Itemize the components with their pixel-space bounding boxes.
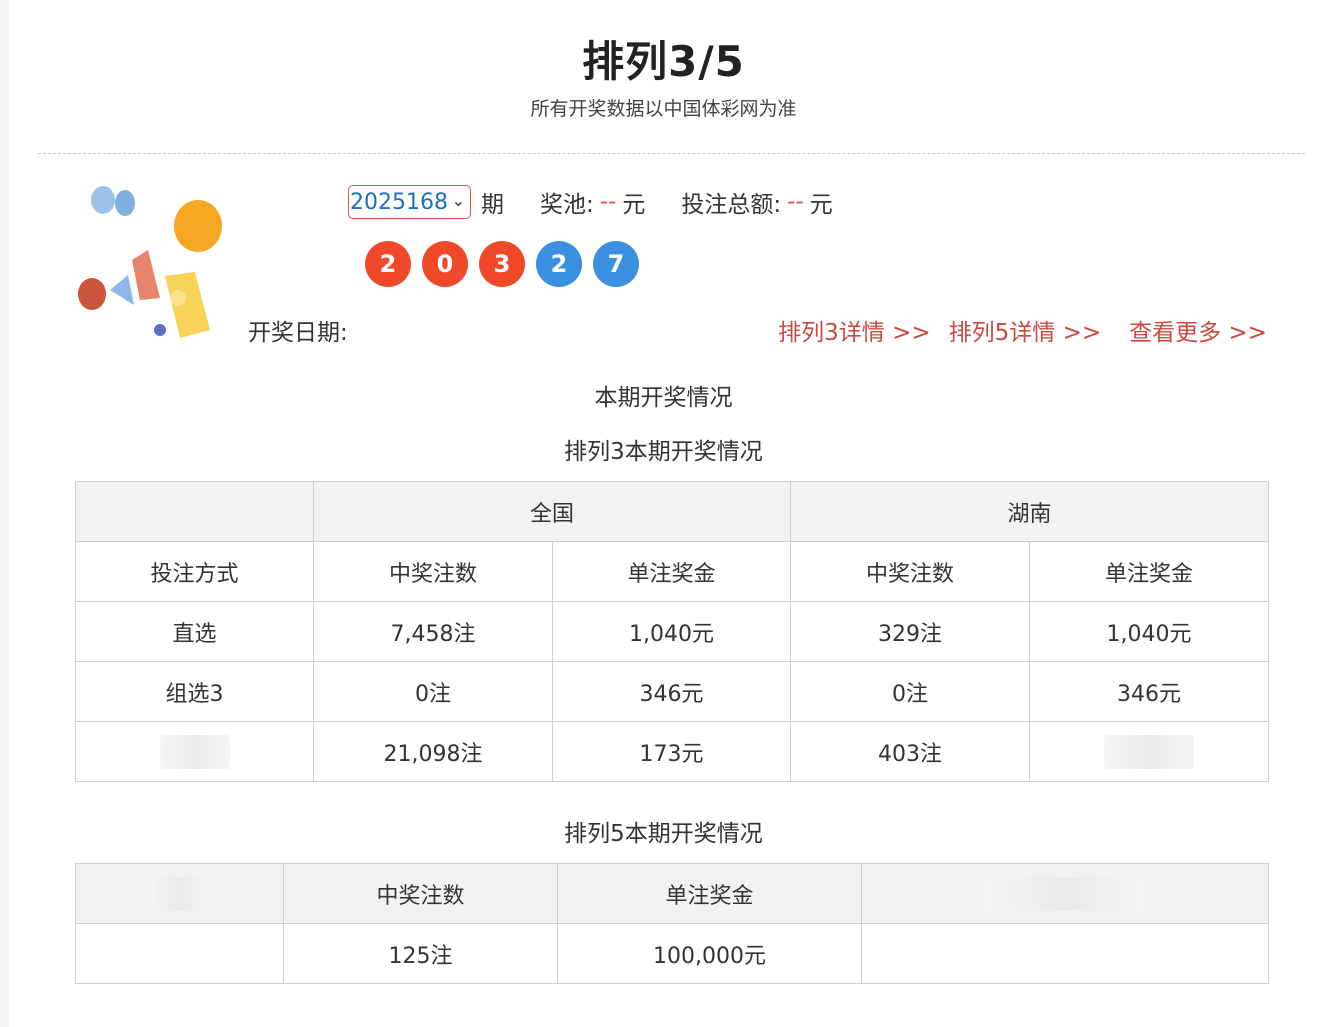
table-cell: 7,458注 — [313, 601, 553, 662]
table-row: 125注 100,000元 — [75, 923, 1269, 984]
table-cell-obscured — [861, 923, 1269, 984]
header-divider — [38, 153, 1305, 154]
obscured-text — [1104, 734, 1194, 769]
issue-suffix: 期 — [480, 192, 504, 218]
winning-numbers: 2 0 3 2 7 — [365, 241, 650, 287]
p5-section-heading: 排列5本期开奖情况 — [564, 821, 763, 847]
table-cell: 21,098注 — [313, 721, 553, 782]
table-cell: 346元 — [552, 661, 791, 722]
column-header: 中奖注数 — [313, 541, 553, 602]
lottery-illustration — [78, 186, 222, 338]
number-ball: 3 — [479, 241, 525, 287]
view-more-link[interactable]: 查看更多 >> — [1129, 313, 1267, 347]
number-ball: 0 — [422, 241, 468, 287]
table-cell: 403注 — [790, 721, 1030, 782]
pool-unit: 元 — [622, 192, 646, 218]
table-cell: 1,040元 — [552, 601, 791, 662]
draw-info-row: 2025168 ⌄ 期 奖池: -- 元 投注总额: -- 元 — [250, 182, 833, 222]
current-draw-heading: 本期开奖情况 — [594, 385, 733, 411]
table-row: 直选 7,458注 1,040元 329注 1,040元 — [75, 601, 1269, 662]
p3-section-heading: 排列3本期开奖情况 — [564, 439, 763, 465]
page-subtitle: 所有开奖数据以中国体彩网为准 — [530, 98, 797, 120]
table-row: 组选3 0注 346元 0注 346元 — [75, 661, 1269, 722]
column-header: 投注方式 — [75, 541, 314, 602]
table-cell: 100,000元 — [557, 923, 862, 984]
p3-detail-link[interactable]: 排列3详情 >> — [778, 313, 931, 347]
p5-detail-link[interactable]: 排列5详情 >> — [949, 313, 1102, 347]
pool-label: 奖池: — [539, 192, 594, 218]
table-cell: 125注 — [283, 923, 558, 984]
total-value: -- — [787, 189, 804, 215]
table-column-row: 投注方式 中奖注数 单注奖金 中奖注数 单注奖金 — [75, 541, 1269, 602]
table-cell: 0注 — [313, 661, 553, 722]
number-ball: 2 — [536, 241, 582, 287]
pool-value: -- — [599, 189, 617, 215]
issue-select[interactable]: 2025168 ⌄ — [348, 185, 471, 219]
obscured-text — [144, 876, 215, 911]
column-header-obscured — [75, 863, 284, 924]
table-cell-obscured — [75, 721, 314, 782]
page-left-strip — [0, 0, 9, 1027]
table-cell-obscured — [1029, 721, 1269, 782]
column-header: 中奖注数 — [790, 541, 1030, 602]
issue-select-value: 2025168 — [350, 189, 448, 215]
table-header-row: 中奖注数 单注奖金 — [75, 863, 1269, 924]
number-ball: 2 — [365, 241, 411, 287]
table-cell: 173元 — [552, 721, 791, 782]
table-cell: 1,040元 — [1029, 601, 1269, 662]
table-header-row: 全国 湖南 — [75, 481, 1269, 542]
group-header-hunan: 湖南 — [790, 481, 1269, 542]
column-header: 单注奖金 — [1029, 541, 1269, 602]
page-header: 排列3/5 所有开奖数据以中国体彩网为准 — [0, 34, 1327, 121]
detail-links: 排列3详情 >> 排列5详情 >> 查看更多 >> — [760, 313, 1267, 347]
table-header-cell — [75, 481, 314, 542]
obscured-text — [159, 734, 230, 769]
column-header-obscured — [861, 863, 1269, 924]
table-cell: 组选3 — [75, 661, 314, 722]
total-label: 投注总额: — [681, 192, 782, 218]
p5-prize-table: 中奖注数 单注奖金 125注 100,000元 — [75, 863, 1269, 984]
table-cell: 329注 — [790, 601, 1030, 662]
table-cell: 346元 — [1029, 661, 1269, 722]
group-header-national: 全国 — [313, 481, 791, 542]
chevron-down-icon: ⌄ — [451, 191, 465, 210]
draw-date-label: 开奖日期: — [248, 320, 348, 346]
page-title: 排列3/5 — [582, 37, 745, 86]
table-cell: 直选 — [75, 601, 314, 662]
obscured-text — [985, 876, 1145, 911]
table-cell: 0注 — [790, 661, 1030, 722]
column-header: 中奖注数 — [283, 863, 558, 924]
p3-prize-table: 全国 湖南 投注方式 中奖注数 单注奖金 中奖注数 单注奖金 直选 7,458注… — [75, 481, 1269, 782]
total-unit: 元 — [809, 192, 833, 218]
column-header: 单注奖金 — [552, 541, 791, 602]
column-header: 单注奖金 — [557, 863, 862, 924]
table-row: 21,098注 173元 403注 — [75, 721, 1269, 782]
table-cell-obscured — [75, 923, 284, 984]
number-ball: 7 — [593, 241, 639, 287]
